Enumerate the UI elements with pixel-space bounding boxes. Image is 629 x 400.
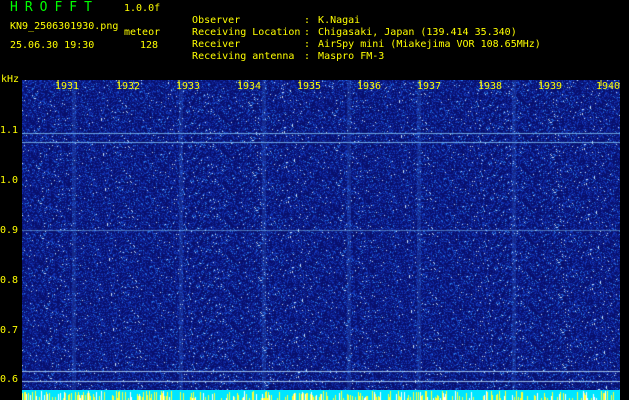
x-tick-1938: 1938 [478, 81, 503, 92]
y-tick-0.6: 0.6 [0, 374, 19, 385]
y-tick-1.1: 1.1 [0, 125, 19, 136]
meta-antenna-value: Maspro FM-3 [318, 51, 385, 62]
count-label: 128 [140, 40, 159, 51]
y-tick-0.8: 0.8 [0, 275, 19, 286]
app-title: HROFFT [10, 0, 99, 15]
x-tick-1935: 1935 [297, 81, 322, 92]
meta-antenna: Receiving antenna: Maspro FM-3 [192, 51, 385, 62]
x-tick-1940: 1940 [596, 81, 621, 92]
bottom-signal-strip [22, 390, 620, 400]
y-tick-0.7: 0.7 [0, 325, 19, 336]
bottom-signal-canvas [22, 390, 620, 400]
y-axis-unit: kHz [1, 74, 20, 85]
version-label: 1.0.0f [124, 3, 161, 14]
spectrogram-overlay [57, 80, 602, 86]
x-tick-1932: 1932 [116, 81, 141, 92]
x-tick-1933: 1933 [176, 81, 201, 92]
x-tick-1936: 1936 [357, 81, 382, 92]
y-tick-0.9: 0.9 [0, 225, 19, 236]
mode-label: meteor [124, 27, 161, 38]
y-tick-1.0: 1.0 [0, 175, 19, 186]
datetime-label: 25.06.30 19:30 [10, 40, 95, 51]
filename-label: KN9_2506301930.png [10, 21, 119, 32]
x-tick-1939: 1939 [538, 81, 563, 92]
x-tick-1931: 1931 [55, 81, 80, 92]
x-tick-1937: 1937 [417, 81, 442, 92]
meta-antenna-key: Receiving antenna [192, 51, 295, 62]
x-tick-1934: 1934 [237, 81, 262, 92]
spectrogram-panel [22, 80, 620, 390]
